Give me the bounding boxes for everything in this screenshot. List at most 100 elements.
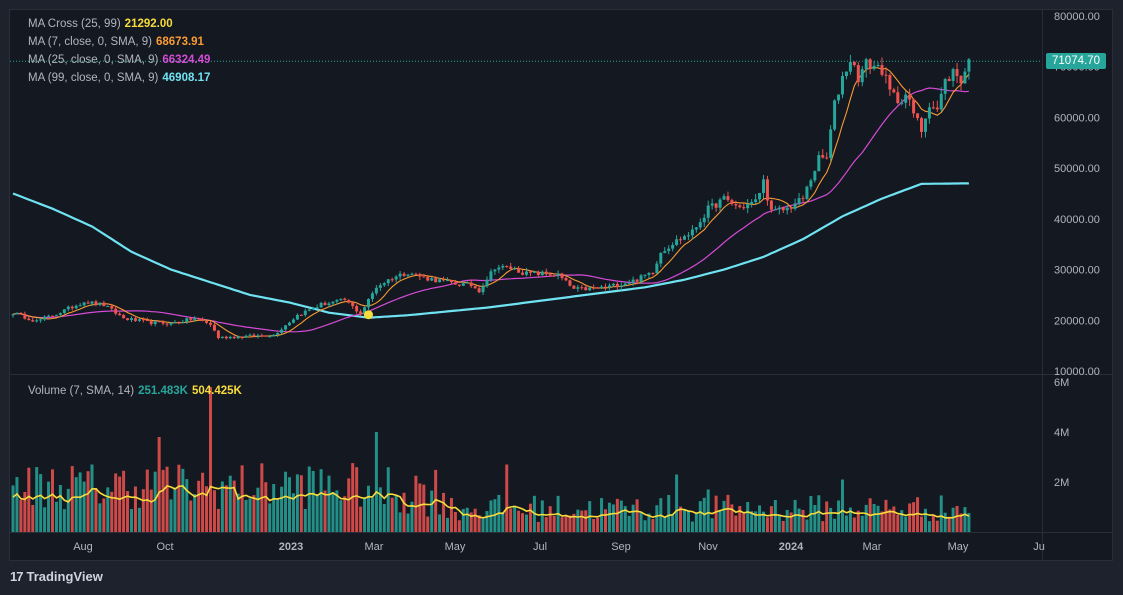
volume-bar: [580, 510, 584, 532]
chart-frame[interactable]: 80000.0070000.0060000.0050000.0040000.00…: [9, 9, 1113, 561]
volume-bar: [797, 508, 801, 532]
volume-bar: [758, 505, 762, 532]
ma7-value: 68673.91: [155, 36, 204, 48]
candle-body: [647, 272, 651, 275]
candle-body: [896, 92, 900, 104]
volume-bar: [584, 510, 588, 532]
candle-body: [386, 279, 390, 284]
candle-body: [734, 203, 738, 206]
volume-bar: [390, 497, 394, 532]
candle-body: [714, 203, 718, 208]
time-tick-label: Mar: [863, 541, 882, 553]
volume-bar: [248, 498, 252, 532]
candle-body: [967, 59, 971, 72]
candle-body: [939, 93, 943, 110]
time-tick-label: Mar: [365, 541, 384, 553]
candle-body: [339, 298, 343, 300]
candle-body: [47, 315, 51, 317]
candle-body: [78, 305, 82, 307]
volume-bar: [833, 518, 837, 532]
volume-bar: [615, 498, 619, 532]
volume-bar: [240, 465, 244, 532]
ma-cross-legend[interactable]: MA Cross (25, 99) 21292.00: [28, 18, 173, 30]
time-tick-label: Ju: [1033, 541, 1045, 553]
ma99-label: MA (99, close, 0, SMA, 9): [28, 72, 159, 84]
volume-bar: [114, 473, 118, 532]
volume-bar: [706, 489, 710, 532]
volume-bar: [734, 515, 738, 532]
ma7-legend[interactable]: MA (7, close, 0, SMA, 9) 68673.91: [28, 36, 204, 48]
volume-tick-label: 2M: [1054, 477, 1069, 489]
volume-bar: [201, 472, 205, 532]
candle-body: [908, 94, 912, 100]
candle-body: [801, 198, 805, 200]
volume-bar: [635, 499, 639, 532]
volume-bar: [528, 503, 532, 532]
volume-bar: [505, 464, 509, 532]
volume-bar: [299, 475, 303, 532]
volume-bar: [181, 468, 185, 532]
candle-body: [145, 320, 149, 322]
candle-body: [785, 207, 789, 211]
candle-body: [769, 200, 773, 210]
candle-body: [62, 309, 66, 314]
candle-body: [872, 65, 876, 69]
volume-bar: [513, 505, 517, 532]
candle-body: [133, 318, 137, 321]
volume-bar: [931, 515, 935, 532]
candle-body: [730, 200, 734, 204]
candle-body: [592, 287, 596, 289]
ma25-line: [12, 87, 969, 333]
candle-body: [742, 207, 746, 209]
volume-bar: [35, 467, 39, 532]
volume-legend[interactable]: Volume (7, SMA, 14) 251.483K 504.425K: [28, 385, 242, 397]
volume-bar: [193, 494, 197, 532]
tradingview-logo[interactable]: 17 TradingView: [10, 569, 103, 584]
volume-bar: [331, 491, 335, 532]
candle-body: [291, 319, 295, 323]
candle-body: [430, 278, 434, 281]
volume-bar: [449, 497, 453, 532]
candle-body: [382, 283, 386, 286]
volume-bar: [568, 515, 572, 532]
candle-body: [260, 335, 264, 337]
volume-bar: [726, 494, 730, 532]
volume-bar: [951, 507, 955, 532]
volume-bar: [244, 499, 248, 532]
ma99-legend[interactable]: MA (99, close, 0, SMA, 9) 46908.17: [28, 72, 210, 84]
volume-bar: [576, 509, 580, 532]
time-tick-label: Oct: [156, 541, 173, 553]
candle-body: [809, 180, 813, 187]
candle-body: [307, 309, 311, 311]
volume-label: Volume (7, SMA, 14): [28, 385, 135, 397]
volume-bar: [604, 509, 607, 532]
volume-bar: [394, 494, 398, 532]
candle-body: [762, 179, 765, 193]
candle-body: [805, 186, 809, 199]
volume-bar: [457, 520, 461, 532]
candle-body: [256, 335, 260, 337]
time-tick-label: 2023: [279, 541, 303, 553]
ma25-legend[interactable]: MA (25, close, 0, SMA, 9) 66324.49: [28, 54, 210, 66]
candle-body: [572, 285, 576, 289]
candle-body: [564, 278, 568, 281]
candle-body: [149, 320, 153, 325]
candle-body: [272, 334, 276, 337]
candle-body: [576, 287, 580, 289]
time-tick-label: Jul: [533, 541, 547, 553]
volume-bar: [141, 489, 145, 532]
candle-body: [137, 319, 141, 321]
volume-bar: [655, 505, 659, 532]
candle-body: [900, 102, 904, 104]
volume-bar: [690, 521, 694, 532]
volume-bar: [525, 514, 528, 532]
candle-body: [722, 196, 726, 200]
candle-body: [509, 266, 513, 269]
volume-bar: [422, 484, 426, 532]
volume-bar: [374, 432, 378, 532]
candle-body: [580, 287, 584, 289]
volume-bar: [268, 503, 272, 532]
volume-bar: [955, 505, 959, 532]
chart-canvas[interactable]: 80000.0070000.0060000.0050000.0040000.00…: [10, 10, 1112, 560]
volume-bar: [619, 500, 623, 532]
